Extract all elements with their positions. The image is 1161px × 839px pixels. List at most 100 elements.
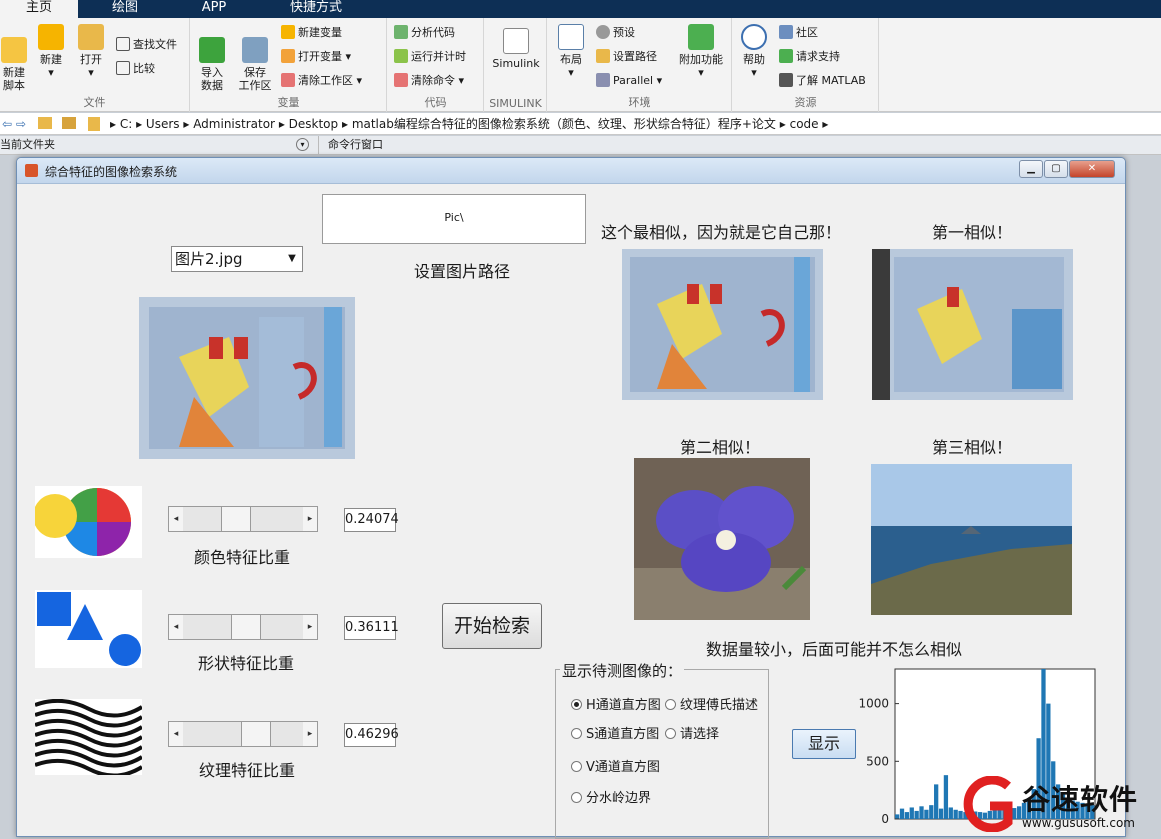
histogram-bar xyxy=(899,808,905,819)
slider-thumb[interactable] xyxy=(240,722,271,746)
simulink-button[interactable]: Simulink xyxy=(489,28,543,70)
histogram-bar xyxy=(938,808,944,819)
preferences-button[interactable]: 预设 xyxy=(596,24,635,42)
image-select[interactable]: 图片2.jpg ▼ xyxy=(171,246,303,272)
compare-button[interactable]: 比较 xyxy=(116,60,155,78)
request-support-button[interactable]: 请求支持 xyxy=(779,48,840,66)
histogram-bar xyxy=(929,805,934,819)
import-data-button[interactable]: 导入 数据 xyxy=(195,24,229,92)
histogram-bar xyxy=(909,807,914,819)
breadcrumb-administrator[interactable]: Administrator xyxy=(193,117,275,131)
open-variable-icon xyxy=(281,49,295,63)
new-script-button[interactable]: 新建 脚本 xyxy=(0,24,28,92)
open-button[interactable]: 打开 ▾ xyxy=(74,24,108,79)
open-variable-button[interactable]: 打开变量 ▾ xyxy=(281,48,351,66)
shape-weight-slider[interactable]: ◂ ▸ xyxy=(168,614,318,640)
new-button[interactable]: 新建 ▾ xyxy=(34,24,68,79)
section-label-file: 文件 xyxy=(83,96,106,109)
radio-texture-fourier[interactable]: 纹理傅氏描述 xyxy=(665,694,758,713)
color-weight-value[interactable]: 0.24074 xyxy=(344,508,399,532)
radio-h-channel[interactable]: H通道直方图 xyxy=(571,694,661,713)
close-button[interactable]: ✕ xyxy=(1069,160,1115,178)
slider-right-arrow-icon[interactable]: ▸ xyxy=(303,507,317,531)
addons-icon xyxy=(688,24,714,50)
clear-workspace-icon xyxy=(281,73,295,87)
maximize-button[interactable]: ▢ xyxy=(1044,160,1068,178)
support-icon xyxy=(779,49,793,63)
radio-s-channel[interactable]: S通道直方图 xyxy=(571,723,659,742)
learn-matlab-button[interactable]: 了解 MATLAB xyxy=(779,72,866,90)
compare-icon xyxy=(116,61,130,75)
window-title-bar[interactable]: 综合特征的图像检索系统 ▁ ▢ ✕ xyxy=(17,158,1125,184)
query-image xyxy=(139,297,355,459)
search-button[interactable]: 开始检索 xyxy=(442,603,542,649)
y-tick-label: 1000 xyxy=(858,697,889,711)
minimize-button[interactable]: ▁ xyxy=(1019,160,1043,178)
path-input[interactable]: Pic\ xyxy=(322,194,586,244)
slider-right-arrow-icon[interactable]: ▸ xyxy=(303,615,317,639)
breadcrumb-project[interactable]: matlab编程综合特征的图像检索系统（颜色、纹理、形状综合特征）程序+论文 xyxy=(352,117,776,131)
most-similar-image xyxy=(622,249,823,400)
community-button[interactable]: 社区 xyxy=(779,24,818,42)
tab-shortcuts[interactable]: 快捷方式 xyxy=(258,0,374,18)
up-folder-icon[interactable] xyxy=(38,117,52,129)
back-arrow-icon[interactable]: ⇦ xyxy=(2,113,12,135)
find-files-button[interactable]: 查找文件 xyxy=(116,36,177,54)
section-label-simulink: SIMULINK xyxy=(489,97,542,110)
radio-dot[interactable] xyxy=(571,728,582,739)
texture-weight-slider[interactable]: ◂ ▸ xyxy=(168,721,318,747)
command-window-title: 命令行窗口 xyxy=(328,138,383,151)
breadcrumb-desktop[interactable]: Desktop xyxy=(289,117,339,131)
breadcrumb-c[interactable]: C: xyxy=(120,117,132,131)
run-and-time-button[interactable]: 运行并计时 xyxy=(394,48,466,66)
analyze-code-button[interactable]: 分析代码 xyxy=(394,24,455,42)
tab-plots[interactable]: 绘图 xyxy=(80,0,170,18)
save-workspace-button[interactable]: 保存 工作区 xyxy=(235,24,275,92)
breadcrumb-users[interactable]: Users xyxy=(146,117,180,131)
slider-right-arrow-icon[interactable]: ▸ xyxy=(303,722,317,746)
clear-workspace-button[interactable]: 清除工作区 ▾ xyxy=(281,72,362,90)
radio-dot[interactable] xyxy=(571,761,582,772)
layout-button[interactable]: 布局 ▾ xyxy=(554,24,588,79)
radio-dot[interactable] xyxy=(665,699,676,710)
breadcrumb-code[interactable]: code xyxy=(790,117,819,131)
radio-dot[interactable] xyxy=(571,792,582,803)
browse-folder-icon[interactable] xyxy=(62,117,76,129)
help-button[interactable]: 帮助 ▾ xyxy=(737,24,771,79)
slider-left-arrow-icon[interactable]: ◂ xyxy=(169,507,183,531)
section-label-resources: 资源 xyxy=(794,96,817,109)
y-tick-label: 0 xyxy=(881,812,889,826)
tab-home[interactable]: 主页 xyxy=(0,0,78,18)
tab-apps[interactable]: APP xyxy=(172,0,256,18)
radio-dot[interactable] xyxy=(665,728,676,739)
clear-commands-icon xyxy=(394,73,408,87)
slider-left-arrow-icon[interactable]: ◂ xyxy=(169,722,183,746)
run-time-icon xyxy=(394,49,408,63)
radio-v-channel[interactable]: V通道直方图 xyxy=(571,756,660,775)
radio-dot[interactable] xyxy=(571,699,582,710)
texture-weight-value[interactable]: 0.46296 xyxy=(344,723,399,747)
radio-watershed[interactable]: 分水岭边界 xyxy=(571,787,651,806)
address-bar: ⇦ ⇨ ▸ C: ▸ Users ▸ Administrator ▸ Deskt… xyxy=(0,113,1161,135)
clear-commands-button[interactable]: 清除命令 ▾ xyxy=(394,72,464,90)
color-weight-slider[interactable]: ◂ ▸ xyxy=(168,506,318,532)
community-icon xyxy=(779,25,793,39)
addons-button[interactable]: 附加功能 ▾ xyxy=(676,24,726,79)
new-variable-icon xyxy=(281,25,295,39)
parallel-button[interactable]: Parallel ▾ xyxy=(596,72,662,90)
forward-arrow-icon[interactable]: ⇨ xyxy=(16,113,26,135)
shape-weight-value[interactable]: 0.36111 xyxy=(344,616,399,640)
set-path-button[interactable]: 设置路径 xyxy=(596,48,657,66)
chevron-down-icon[interactable]: ▾ xyxy=(296,138,309,151)
slider-left-arrow-icon[interactable]: ◂ xyxy=(169,615,183,639)
ribbon-section-simulink: Simulink SIMULINK xyxy=(485,18,547,112)
chevron-down-icon[interactable]: ▼ xyxy=(284,249,300,269)
ribbon-section-file: 新建 脚本 新建 ▾ 打开 ▾ 查找文件 比较 文件 xyxy=(0,18,190,112)
radio-choose[interactable]: 请选择 xyxy=(665,723,719,742)
histogram-bar xyxy=(953,809,958,819)
slider-thumb[interactable] xyxy=(220,507,251,531)
new-variable-button[interactable]: 新建变量 xyxy=(281,24,342,42)
slider-thumb[interactable] xyxy=(231,615,262,639)
y-tick-label: 500 xyxy=(866,754,889,768)
image-select-value: 图片2.jpg xyxy=(175,250,243,268)
